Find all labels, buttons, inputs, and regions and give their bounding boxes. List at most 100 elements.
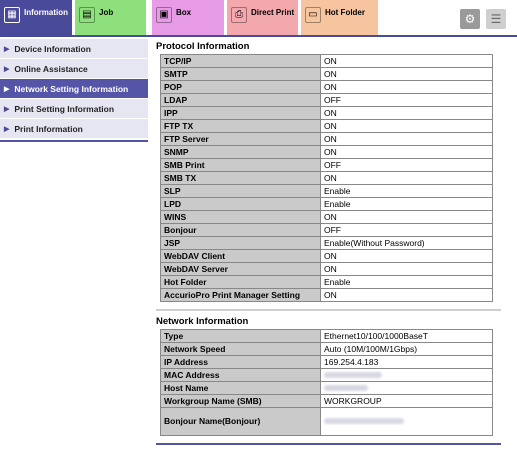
row-value: Enable(Without Password) (320, 236, 493, 250)
table-row: Bonjour OFF (160, 223, 493, 237)
arrow-right-icon: ▶ (4, 105, 10, 113)
row-value: OFF (320, 158, 493, 172)
tab-direct-print[interactable]: ⎙ Direct Print (227, 0, 298, 37)
row-key: Bonjour (160, 223, 321, 237)
table-row: MAC Address (160, 368, 493, 382)
tab-label: Hot Folder (325, 8, 365, 17)
sidebar-item-device-information[interactable]: ▶ Device Information (0, 39, 148, 58)
table-row: SLP Enable (160, 184, 493, 198)
sidebar-item-online-assistance[interactable]: ▶ Online Assistance (0, 59, 148, 78)
row-value (320, 381, 493, 395)
row-key: FTP Server (160, 132, 321, 146)
arrow-right-icon: ▶ (4, 125, 10, 133)
network-section-title: Network Information (156, 316, 249, 327)
row-value: ON (320, 210, 493, 224)
row-key: WebDAV Client (160, 249, 321, 263)
row-value: ON (320, 132, 493, 146)
tab-hot-folder[interactable]: ▭ Hot Folder (301, 0, 378, 37)
row-key: Workgroup Name (SMB) (160, 394, 321, 408)
row-key: AccurioPro Print Manager Setting (160, 288, 321, 302)
top-tab-bar: ▦ Information ▤ Job ▣ Box ⎙ Direct Print… (0, 0, 517, 37)
protocol-section-title: Protocol Information (156, 41, 250, 52)
table-row: Host Name (160, 381, 493, 395)
table-row: TCP/IP ON (160, 54, 493, 68)
row-value: ON (320, 249, 493, 263)
row-value: 169.254.4.183 (320, 355, 493, 369)
table-row: WINS ON (160, 210, 493, 224)
row-value: WORKGROUP (320, 394, 493, 408)
row-key: SLP (160, 184, 321, 198)
table-row: LDAP OFF (160, 93, 493, 107)
table-row: SNMP ON (160, 145, 493, 159)
row-key: SNMP (160, 145, 321, 159)
row-key: TCP/IP (160, 54, 321, 68)
row-key: SMB Print (160, 158, 321, 172)
sidebar-item-label: Print Setting Information (14, 103, 115, 114)
row-key: Hot Folder (160, 275, 321, 289)
row-value: Ethernet10/100/1000BaseT (320, 329, 493, 343)
row-key: IP Address (160, 355, 321, 369)
sidebar-item-network-setting-information[interactable]: ▶ Network Setting Information (0, 79, 148, 98)
table-row: SMB TX ON (160, 171, 493, 185)
table-row: FTP TX ON (160, 119, 493, 133)
tab-label: Job (99, 8, 114, 17)
main-content: Protocol Information TCP/IP ON SMTP ON POP ON… (156, 40, 501, 445)
sidebar-item-label: Device Information (14, 43, 91, 54)
tab-box[interactable]: ▣ Box (152, 0, 224, 37)
row-value: ON (320, 262, 493, 276)
table-row: SMTP ON (160, 67, 493, 81)
row-value: OFF (320, 223, 493, 237)
table-row: FTP Server ON (160, 132, 493, 146)
row-value: OFF (320, 93, 493, 107)
table-row: IPP ON (160, 106, 493, 120)
row-key: MAC Address (160, 368, 321, 382)
box-icon: ▣ (156, 7, 172, 23)
document-icon[interactable]: ☰ (486, 9, 506, 29)
job-icon: ▤ (79, 7, 95, 23)
table-row: WebDAV Server ON (160, 262, 493, 276)
tab-information[interactable]: ▦ Information (0, 0, 72, 37)
tab-strip (0, 35, 517, 37)
sidebar-item-label: Print Information (14, 123, 83, 134)
information-icon: ▦ (4, 7, 20, 23)
row-key: LPD (160, 197, 321, 211)
sidebar: ▶ Device Information ▶ Online Assistance… (0, 39, 148, 142)
bottom-divider (156, 443, 501, 445)
table-row: Type Ethernet10/100/1000BaseT (160, 329, 493, 343)
arrow-right-icon: ▶ (4, 85, 10, 93)
tab-label: Direct Print (251, 8, 295, 17)
sidebar-item-label: Network Setting Information (14, 83, 129, 94)
row-value: ON (320, 119, 493, 133)
tab-label: Information (24, 8, 68, 17)
row-key: Network Speed (160, 342, 321, 356)
row-key: SMTP (160, 67, 321, 81)
row-value: ON (320, 67, 493, 81)
row-value: ON (320, 288, 493, 302)
network-table: Type Ethernet10/100/1000BaseT Network Spee… (160, 329, 493, 436)
row-value (320, 368, 493, 382)
row-value: ON (320, 106, 493, 120)
sidebar-item-print-setting-information[interactable]: ▶ Print Setting Information (0, 99, 148, 118)
sidebar-item-print-information[interactable]: ▶ Print Information (0, 119, 148, 138)
row-key: JSP (160, 236, 321, 250)
row-key: WINS (160, 210, 321, 224)
direct-print-icon: ⎙ (231, 7, 247, 23)
table-row: POP ON (160, 80, 493, 94)
row-key: FTP TX (160, 119, 321, 133)
table-row: JSP Enable(Without Password) (160, 236, 493, 250)
row-key: POP (160, 80, 321, 94)
row-key: IPP (160, 106, 321, 120)
sidebar-divider (0, 140, 148, 142)
settings-icon[interactable]: ⚙ (460, 9, 480, 29)
row-value: ON (320, 145, 493, 159)
tab-label: Box (176, 8, 192, 17)
table-row: LPD Enable (160, 197, 493, 211)
hot-folder-icon: ▭ (305, 7, 321, 23)
table-row: Network Speed Auto (10M/100M/1Gbps) (160, 342, 493, 356)
row-value: ON (320, 80, 493, 94)
tab-job[interactable]: ▤ Job (75, 0, 146, 37)
table-row: SMB Print OFF (160, 158, 493, 172)
row-key: LDAP (160, 93, 321, 107)
redacted-value (324, 384, 368, 391)
row-key: Host Name (160, 381, 321, 395)
